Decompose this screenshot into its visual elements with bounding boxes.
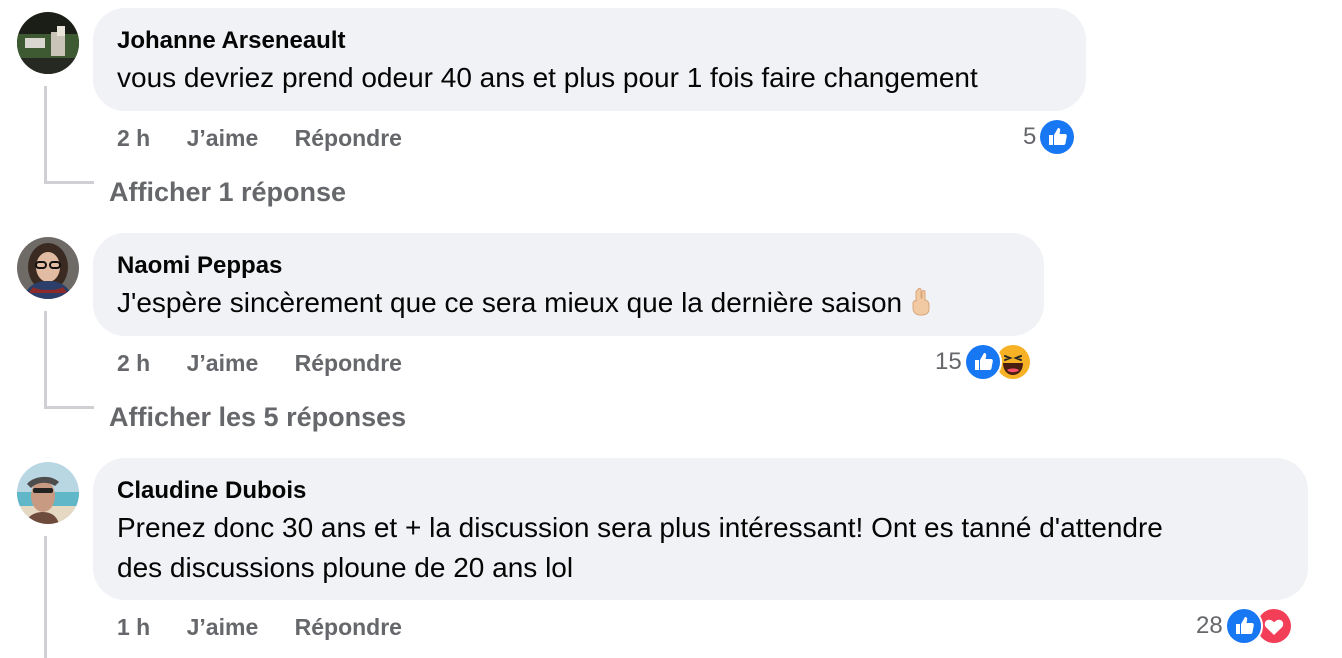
comment-author[interactable]: Claudine Dubois [117, 476, 1284, 506]
comment-text: Prenez donc 30 ans et + la discussion se… [117, 508, 1284, 588]
reaction-summary[interactable]: 28 [1196, 607, 1293, 645]
thread-connector [44, 181, 94, 184]
view-replies-link[interactable]: Afficher 1 réponse [109, 175, 346, 209]
comment-text: vous devriez prend odeur 40 ans et plus … [117, 62, 978, 93]
comment-author[interactable]: Johanne Arseneault [117, 26, 1062, 56]
avatar[interactable] [17, 462, 79, 524]
like-icon [963, 343, 1002, 381]
comment-bubble: Naomi Peppas J'espère sincèrement que ce… [93, 233, 1044, 336]
comment-actions: 1 h J’aime Répondre [117, 613, 402, 641]
thread-line [44, 86, 47, 184]
reaction-summary[interactable]: 15 [935, 343, 1032, 381]
comment-timestamp[interactable]: 1 h [117, 614, 150, 640]
reply-button[interactable]: Répondre [295, 350, 402, 376]
avatar-image [17, 462, 79, 524]
comment-author[interactable]: Naomi Peppas [117, 251, 1020, 281]
thread-line [44, 311, 47, 409]
view-replies-link[interactable]: Afficher les 5 réponses [109, 400, 406, 434]
thread-line [44, 536, 47, 658]
avatar-image [17, 12, 79, 74]
comment-text-line: des discussions ploune de 20 ans lol [117, 552, 574, 583]
avatar[interactable] [17, 12, 79, 74]
avatar[interactable] [17, 237, 79, 299]
avatar-image [17, 237, 79, 299]
like-button[interactable]: J’aime [187, 614, 259, 640]
comment-timestamp[interactable]: 2 h [117, 350, 150, 376]
comment-text-content: J'espère sincèrement que ce sera mieux q… [117, 287, 903, 318]
thread-connector [44, 406, 94, 409]
reaction-count: 28 [1196, 612, 1223, 639]
comment-bubble: Claudine Dubois Prenez donc 30 ans et + … [93, 458, 1308, 600]
reaction-count: 15 [935, 348, 962, 375]
crossed-fingers-emoji [908, 286, 934, 327]
comment-bubble: Johanne Arseneault vous devriez prend od… [93, 8, 1086, 111]
like-icon [1038, 118, 1077, 156]
comment-text-line: Prenez donc 30 ans et + la discussion se… [117, 512, 1163, 543]
comment-actions: 2 h J’aime Répondre [117, 124, 402, 152]
reaction-summary[interactable]: 5 [1023, 118, 1077, 156]
reply-button[interactable]: Répondre [295, 614, 402, 640]
comment-text: J'espère sincèrement que ce sera mieux q… [117, 283, 1020, 327]
comment-timestamp[interactable]: 2 h [117, 125, 150, 151]
comment-actions: 2 h J’aime Répondre [117, 349, 402, 377]
like-icon [1224, 607, 1263, 645]
like-button[interactable]: J’aime [187, 125, 259, 151]
reaction-count: 5 [1023, 123, 1037, 150]
reply-button[interactable]: Répondre [295, 125, 402, 151]
like-button[interactable]: J’aime [187, 350, 259, 376]
